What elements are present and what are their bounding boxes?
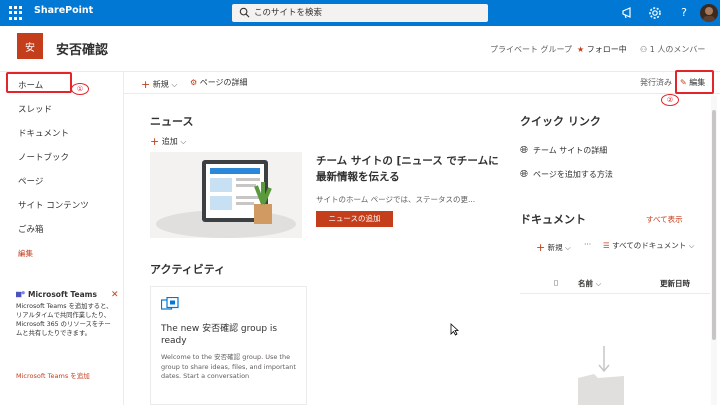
list-icon: ☰ [603,241,610,250]
news-illustration [150,152,302,238]
documents-table-header: ▯ 名前 ⌵ 更新日時 [520,270,710,294]
globe-icon: 🌐︎ [520,169,528,180]
nav-item-pages[interactable]: ページ [18,175,43,187]
activity-card-title: The new 安否確認 group is ready [161,324,278,346]
quicklinks-title: クイック リンク [520,115,601,128]
nav-edit-link[interactable]: 編集 [18,248,33,259]
members-button[interactable]: ⚇ 1 人のメンバー [640,44,705,55]
empty-folder-illustration [570,340,630,405]
teams-promo: Microsoft Teams Microsoft Teams を追加すると、リ… [0,290,124,380]
page-details-button[interactable]: ⚙ ページの詳細 [190,77,248,88]
activity-title: アクティビティ [150,263,226,276]
gear-icon[interactable] [647,5,663,21]
annotation-step-1: ① [71,83,89,95]
quicklink-item[interactable]: 🌐︎ チーム サイトの詳細 [520,145,607,156]
news-add-button[interactable]: + 追加 ⌵ [150,134,187,148]
suite-bar: SharePoint このサイトを検索 ? [0,0,720,26]
search-icon [239,7,250,18]
privacy-label: プライベート グループ [490,45,573,54]
plus-icon: + [150,135,160,148]
chevron-down-icon: ⌵ [688,241,695,250]
star-icon: ★ [577,45,585,54]
search-input[interactable]: このサイトを検索 [232,4,488,22]
annotation-step-2: ② [661,94,679,106]
follow-button[interactable]: ★ フォロー中 [577,44,627,55]
published-status: 発行済み [640,78,672,87]
nav-item-site-contents[interactable]: サイト コンテンツ [18,199,89,211]
column-name-header[interactable]: 名前 ⌵ [578,278,601,289]
news-description: サイトのホーム ページでは、ステータスの更... [316,195,476,204]
chevron-down-icon: ⌵ [595,279,602,288]
column-modified-header[interactable]: 更新日時 [660,278,710,289]
group-icon [161,297,179,310]
user-avatar[interactable] [700,4,718,22]
left-navigation: ホーム スレッド ドキュメント ノートブック ページ サイト コンテンツ ごみ箱… [0,72,124,405]
add-teams-link[interactable]: Microsoft Teams を追加 [16,370,90,380]
add-news-button[interactable]: ニュースの追加 [316,211,393,227]
documents-new-button[interactable]: + 新規 ⌵ [536,240,571,254]
news-title: ニュース [150,115,194,128]
teams-promo-body: Microsoft Teams を追加すると、リアルタイムで共同作業したり、Mi… [16,303,113,337]
chevron-down-icon: ⌵ [171,80,178,89]
person-icon: ⚇ [640,45,648,54]
close-icon[interactable]: ✕ [111,290,119,300]
globe-icon: 🌐︎ [520,145,528,156]
documents-show-all-link[interactable]: すべて表示 [646,214,683,225]
plus-icon: + [141,78,151,91]
activity-card[interactable]: The new 安否確認 group is ready Welcome to t… [150,286,307,405]
teams-promo-title: Microsoft Teams [16,290,124,299]
nav-item-recycle-bin[interactable]: ごみ箱 [18,223,44,235]
new-button[interactable]: + 新規 ⌵ [141,77,178,91]
teams-icon [16,291,25,298]
nav-item-notebook[interactable]: ノートブック [18,151,69,163]
suite-brand[interactable]: SharePoint [34,5,93,16]
site-logo[interactable]: 安 [17,33,43,59]
command-bar: + 新規 ⌵ ⚙ ページの詳細 発行済み ✎ 編集 [124,72,720,94]
app-launcher-icon[interactable] [9,6,23,20]
plus-icon: + [536,241,546,254]
news-heading: チーム サイトの [ニュース でチームに最新情報を伝える [316,155,499,183]
annotation-box-home [6,72,72,93]
view-selector[interactable]: ☰ すべてのドキュメント ⌵ [603,240,694,251]
annotation-box-edit [675,70,714,94]
nav-item-documents[interactable]: ドキュメント [18,127,69,139]
site-header: 安 安否確認 プライベート グループ ★ フォロー中 ⚇ 1 人のメンバー [0,26,720,72]
nav-item-threads[interactable]: スレッド [18,103,52,115]
help-icon[interactable]: ? [676,5,692,21]
chevron-down-icon: ⌵ [565,243,571,252]
megaphone-icon[interactable] [620,5,636,21]
scrollbar[interactable] [711,96,717,405]
scrollbar-thumb[interactable] [712,110,716,340]
mouse-cursor-icon [450,323,459,336]
documents-title: ドキュメント [520,213,586,226]
search-placeholder: このサイトを検索 [254,8,323,18]
file-type-icon: ▯ [554,278,559,287]
more-options-icon[interactable]: ··· [584,240,591,249]
chevron-down-icon: ⌵ [180,137,187,146]
activity-card-desc: Welcome to the 安否確認 group. Use the group… [161,353,296,380]
site-title[interactable]: 安否確認 [56,39,108,58]
settings-icon: ⚙ [190,78,198,87]
quicklink-item[interactable]: 🌐︎ ページを追加する方法 [520,169,613,180]
